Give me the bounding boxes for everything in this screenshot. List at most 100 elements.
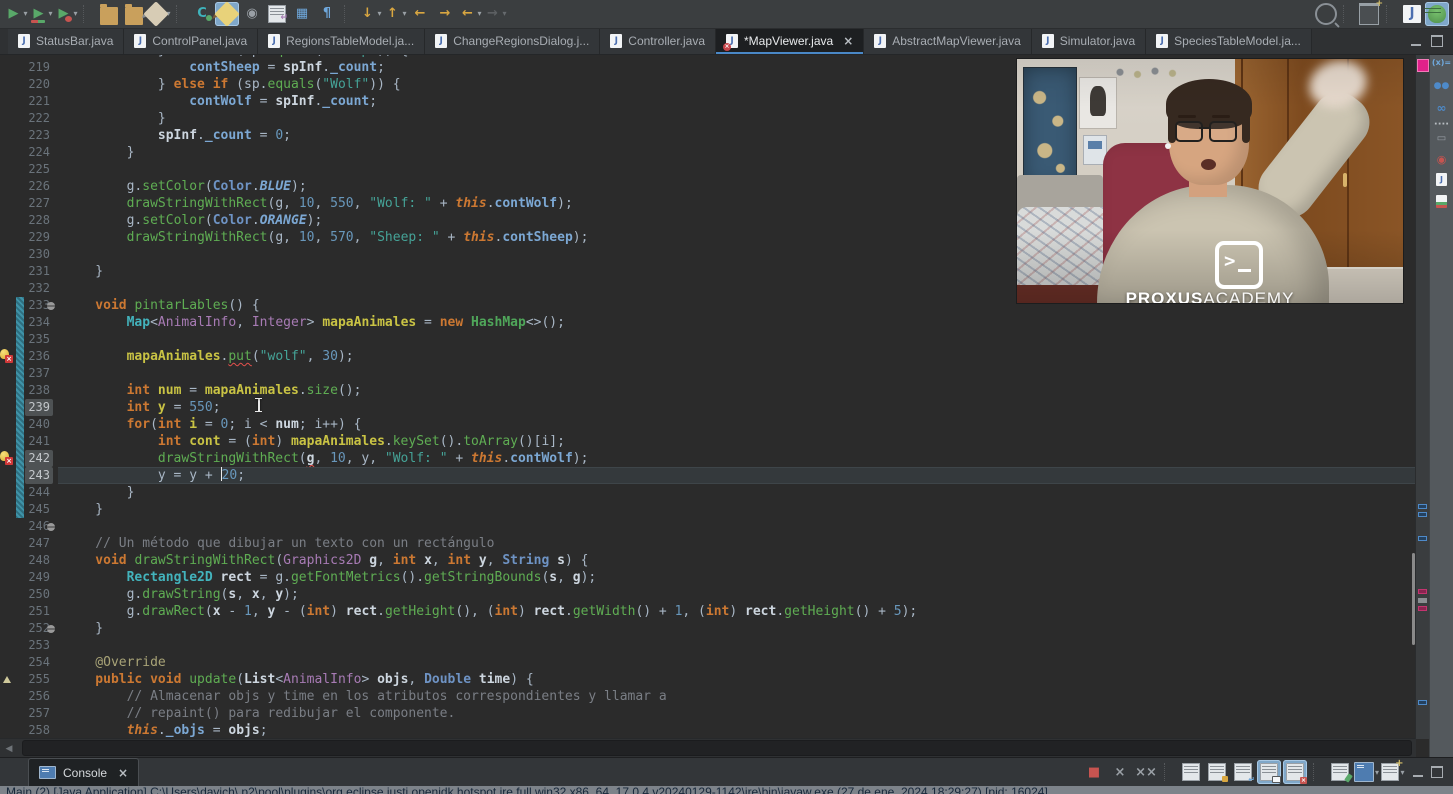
gutter-cell[interactable]: 238	[0, 382, 58, 399]
gutter-cell[interactable]: 240	[0, 416, 58, 433]
editor-tab-statusbarjava[interactable]: JStatusBar.java	[8, 29, 124, 54]
gutter-cell[interactable]: 254	[0, 654, 58, 671]
line-number[interactable]: 255	[28, 671, 50, 688]
coverage-button[interactable]: ▶▾	[29, 2, 53, 26]
search-button[interactable]	[1314, 2, 1338, 26]
gutter-cell[interactable]: 221	[0, 93, 58, 110]
show-whitespace-button[interactable]: ¶	[315, 2, 339, 26]
gutter-cell[interactable]: 223	[0, 127, 58, 144]
gutter-cell[interactable]: 226	[0, 178, 58, 195]
line-number[interactable]: 229	[28, 229, 50, 246]
gutter-cell[interactable]: 247	[0, 535, 58, 552]
line-number[interactable]: 220	[28, 76, 50, 93]
line-number[interactable]: 244	[28, 484, 50, 501]
line-number[interactable]: 256	[28, 688, 50, 705]
line-number[interactable]: 225	[28, 161, 50, 178]
gutter-cell[interactable]: 237	[0, 365, 58, 382]
gutter-cell[interactable]: 250	[0, 586, 58, 603]
line-number[interactable]: 223	[28, 127, 50, 144]
line-number[interactable]: 237	[28, 365, 50, 382]
overview-marker-top[interactable]	[1417, 59, 1429, 72]
clear-console-button[interactable]	[1179, 760, 1203, 784]
line-number[interactable]: 234	[28, 314, 50, 331]
gutter-cell[interactable]: 252	[0, 620, 58, 637]
overview-marker-grey[interactable]	[1418, 598, 1427, 603]
open-task-button[interactable]	[97, 2, 121, 26]
line-number[interactable]: 239	[25, 399, 53, 416]
editor-tab-simulatorjava[interactable]: JSimulator.java	[1032, 29, 1146, 54]
previous-annotation-button[interactable]: ↑▾	[383, 2, 407, 26]
scroll-lock-button[interactable]	[1205, 760, 1229, 784]
gutter-cell[interactable]: 245	[0, 501, 58, 518]
debug-button[interactable]: ▶▾	[54, 2, 78, 26]
fold-marker-icon[interactable]	[47, 523, 55, 531]
overview-marker-error-2[interactable]	[1418, 606, 1427, 611]
scroll-left-arrow-icon[interactable]: ◀	[0, 743, 18, 754]
line-number[interactable]: 258	[28, 722, 50, 739]
gutter-cell[interactable]: 230	[0, 246, 58, 263]
editor-tab-changeregionsdialogj[interactable]: JChangeRegionsDialog.j...	[425, 29, 600, 54]
remove-all-terminated-button[interactable]: ××	[1134, 760, 1158, 784]
console-tab[interactable]: Console ×	[28, 758, 139, 786]
open-perspective-button[interactable]	[1357, 2, 1381, 26]
terminate-button[interactable]: ■	[1082, 760, 1106, 784]
debug-perspective-button[interactable]	[1425, 2, 1449, 26]
link-with-editor-button[interactable]	[265, 2, 289, 26]
line-number[interactable]: 238	[28, 382, 50, 399]
overview-marker-info-1[interactable]	[1418, 504, 1427, 509]
gutter-cell[interactable]: 246	[0, 518, 58, 535]
line-number[interactable]: 224	[28, 144, 50, 161]
forward-button[interactable]: →▾	[483, 2, 507, 26]
line-number[interactable]: 236	[28, 348, 50, 365]
gutter-cell[interactable]: 249	[0, 569, 58, 586]
gutter-cell[interactable]: 232	[0, 280, 58, 297]
line-number[interactable]: 228	[28, 212, 50, 229]
gutter-cell[interactable]: 234	[0, 314, 58, 331]
line-number[interactable]: 242	[25, 450, 53, 467]
screenshot-button[interactable]: ◉	[240, 2, 264, 26]
gutter-cell[interactable]: 220	[0, 76, 58, 93]
gutter-cell[interactable]: 236	[0, 348, 58, 365]
fold-marker-icon[interactable]	[47, 625, 55, 633]
editor-maximize-button[interactable]	[1431, 35, 1443, 47]
line-number[interactable]: 230	[28, 246, 50, 263]
gutter-cell[interactable]: 231	[0, 263, 58, 280]
word-wrap-button[interactable]	[1231, 760, 1255, 784]
gutter-cell[interactable]: 239	[0, 399, 58, 416]
back-button-dropdown[interactable]: ▾	[477, 9, 481, 18]
java-file-view-icon[interactable]: J	[1430, 173, 1453, 186]
show-table-button[interactable]: ▦	[290, 2, 314, 26]
vertical-scrollbar-thumb[interactable]	[1412, 553, 1415, 645]
gutter-cell[interactable]: 257	[0, 705, 58, 722]
coverage-view-icon[interactable]	[1430, 195, 1453, 211]
line-number[interactable]: 232	[28, 280, 50, 297]
gutter-cell[interactable]: 225	[0, 161, 58, 178]
line-number[interactable]: 250	[28, 586, 50, 603]
editor-tab-regionstablemodelja[interactable]: JRegionsTableModel.ja...	[258, 29, 425, 54]
next-annotation-button-dropdown[interactable]: ▾	[377, 9, 381, 18]
error-marker-icon[interactable]	[0, 349, 15, 364]
coverage-button-dropdown[interactable]: ▾	[48, 9, 52, 18]
last-edit-back-button[interactable]: ←	[408, 2, 432, 26]
next-annotation-button[interactable]: ↓▾	[358, 2, 382, 26]
pen-button[interactable]: ▾	[147, 2, 171, 26]
gutter-cell[interactable]: 227	[0, 195, 58, 212]
editor-horizontal-scrollbar[interactable]: ◀	[0, 738, 1416, 757]
gutter-cell[interactable]: 224	[0, 144, 58, 161]
gutter-cell[interactable]: 256	[0, 688, 58, 705]
console-minimize-button[interactable]	[1413, 768, 1423, 777]
editor-tab-controlpaneljava[interactable]: JControlPanel.java	[124, 29, 258, 54]
line-number[interactable]: 253	[28, 637, 50, 654]
restore-view-icon[interactable]: ▭	[1430, 133, 1453, 144]
overview-marker-info-2[interactable]	[1418, 512, 1427, 517]
show-stderr-button[interactable]	[1283, 760, 1307, 784]
line-number[interactable]: 226	[28, 178, 50, 195]
line-number[interactable]: 235	[28, 331, 50, 348]
line-number[interactable]: 219	[28, 59, 50, 76]
gutter-cell[interactable]: 251	[0, 603, 58, 620]
line-number[interactable]: 241	[28, 433, 50, 450]
back-button[interactable]: ←▾	[458, 2, 482, 26]
gutter-cell[interactable]: 228	[0, 212, 58, 229]
pin-console-button[interactable]	[1328, 760, 1352, 784]
highlighter-button[interactable]	[215, 2, 239, 26]
